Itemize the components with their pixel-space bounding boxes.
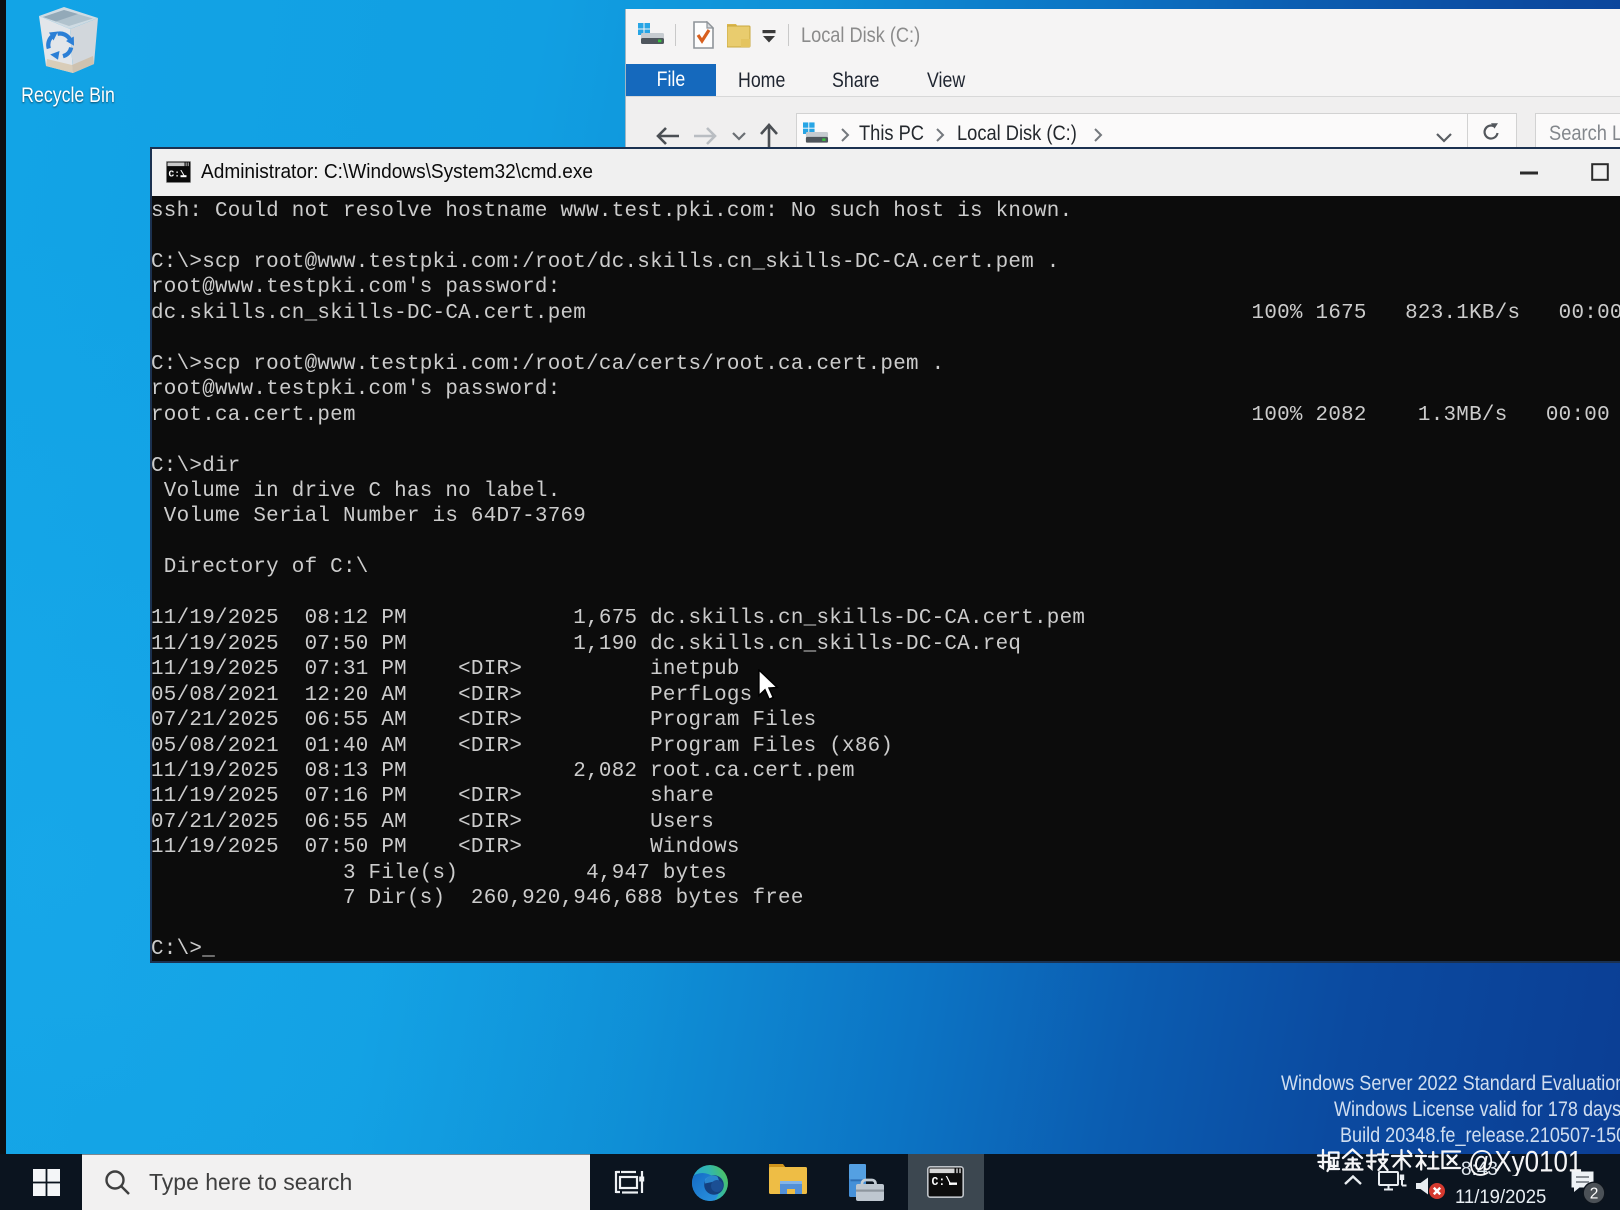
- svg-text:@Xy0101: @Xy0101: [1468, 1148, 1582, 1176]
- svg-text:2: 2: [1590, 1186, 1599, 1203]
- svg-text:C:\: C:\: [169, 169, 186, 180]
